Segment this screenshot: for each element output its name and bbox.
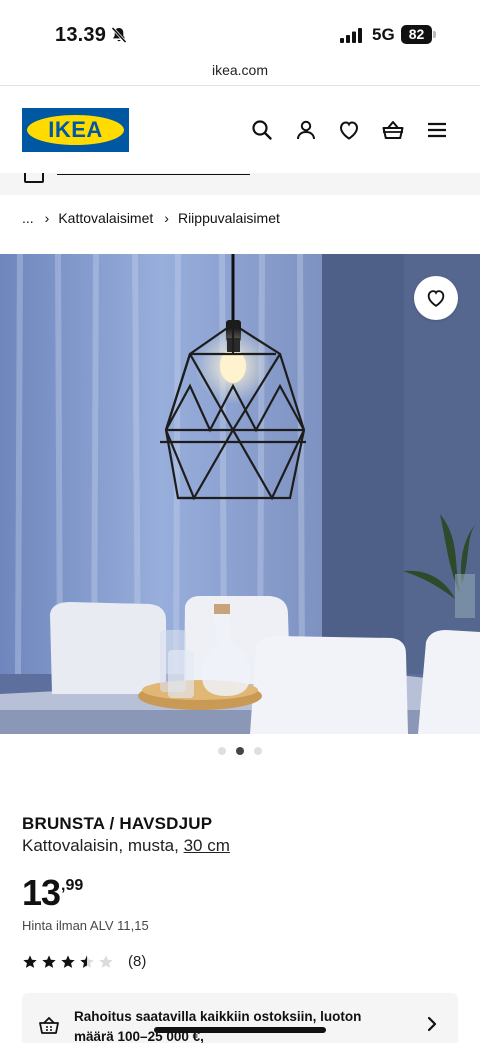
product-type: Kattovalaisin, musta,: [22, 836, 184, 855]
product-description: Kattovalaisin, musta, 30 cm: [22, 836, 230, 856]
product-image[interactable]: [0, 254, 480, 734]
delivery-icon: [24, 173, 44, 183]
chevron-right-icon: ›: [44, 210, 50, 226]
breadcrumb-item-kattovalaisimet[interactable]: Kattovalaisimet: [58, 210, 153, 226]
product-size-link[interactable]: 30 cm: [184, 836, 230, 855]
menu-icon[interactable]: [425, 118, 449, 142]
promo-banner[interactable]: [0, 173, 480, 195]
star-icon: [99, 954, 113, 968]
price-decimal: ,99: [61, 877, 84, 894]
product-price: 13,99: [22, 872, 83, 914]
breadcrumb: ... › Kattovalaisimet › Riippuvalaisimet: [22, 210, 280, 226]
carousel-dot[interactable]: [254, 747, 262, 755]
rating-stars: [22, 954, 114, 970]
favourites-icon[interactable]: [337, 118, 361, 142]
network-type: 5G: [372, 25, 395, 44]
logo-text: IKEA: [48, 117, 103, 142]
url-text: ikea.com: [211, 62, 269, 78]
promo-link[interactable]: [57, 174, 250, 175]
price-excl-vat: Hinta ilman ALV 11,15: [22, 918, 149, 933]
product-name: BRUNSTA / HAVSDJUP: [22, 814, 213, 833]
star-icon: [42, 954, 56, 968]
chevron-right-icon: [427, 1016, 437, 1032]
financing-banner[interactable]: Rahoitus saatavilla kaikkiin ostoksiin, …: [22, 993, 458, 1043]
account-icon[interactable]: [294, 118, 318, 142]
carousel-indicator: [0, 747, 480, 755]
status-bar: 13.39 5G 82: [0, 0, 480, 62]
financing-text: Rahoitus saatavilla kaikkiin ostoksiin, …: [74, 1009, 362, 1043]
breadcrumb-item-riippuvalaisimet[interactable]: Riippuvalaisimet: [178, 210, 280, 226]
breadcrumb-ellipsis[interactable]: ...: [22, 210, 34, 226]
home-indicator[interactable]: [154, 1027, 326, 1033]
star-icon: [80, 954, 94, 968]
star-icon: [23, 954, 37, 968]
star-icon: [61, 954, 75, 968]
battery-icon: 82: [401, 25, 436, 44]
signal-icon: [340, 28, 362, 43]
address-bar[interactable]: ikea.com: [0, 58, 480, 86]
ikea-logo[interactable]: IKEA: [22, 108, 129, 152]
lamp-scene-image: [0, 254, 480, 734]
review-count: (8): [128, 953, 147, 970]
battery-level: 82: [401, 25, 432, 44]
product-rating[interactable]: (8): [22, 953, 146, 970]
carousel-dot[interactable]: [218, 747, 226, 755]
basket-icon[interactable]: [381, 118, 405, 142]
price-integer: 13: [22, 872, 61, 913]
save-favourite-button[interactable]: [414, 276, 458, 320]
financing-basket-icon: [39, 1016, 59, 1034]
site-header: IKEA: [0, 87, 480, 173]
carousel-dot[interactable]: [236, 747, 244, 755]
heart-icon: [427, 290, 445, 307]
status-time: 13.39: [55, 24, 107, 46]
chevron-right-icon: ›: [164, 210, 169, 226]
search-icon[interactable]: [250, 118, 274, 142]
bell-muted-icon: [111, 26, 127, 44]
